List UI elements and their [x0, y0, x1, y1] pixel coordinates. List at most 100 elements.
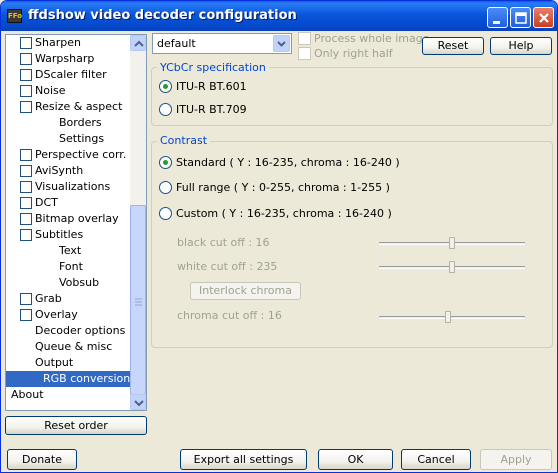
- tree-item-label: DScaler filter: [35, 68, 107, 81]
- ok-button[interactable]: OK: [318, 449, 393, 470]
- tree-item-label: Settings: [59, 132, 105, 145]
- ycbcr-option-709[interactable]: ITU-R BT.709: [176, 103, 247, 116]
- contrast-radio-full[interactable]: [159, 181, 172, 194]
- tree-item[interactable]: Resize & aspect: [6, 99, 132, 115]
- maximize-button[interactable]: [510, 7, 531, 28]
- tree-item-label: Vobsub: [59, 276, 100, 289]
- tree-item[interactable]: RGB conversion: [6, 371, 132, 387]
- contrast-option-custom[interactable]: Custom ( Y : 16-235, chroma : 16-240 ): [176, 207, 392, 220]
- tree-item-label: Grab: [35, 292, 62, 305]
- tree-item-checkbox[interactable]: [20, 85, 32, 97]
- tree-item-checkbox[interactable]: [20, 309, 32, 321]
- tree-item[interactable]: Sharpen: [6, 35, 132, 51]
- ycbcr-option-601[interactable]: ITU-R BT.601: [176, 80, 247, 93]
- tree-item[interactable]: Settings: [6, 131, 132, 147]
- white-cutoff-thumb[interactable]: [449, 261, 455, 273]
- tree-item[interactable]: Output: [6, 355, 132, 371]
- minimize-icon: [493, 21, 500, 24]
- tree-item[interactable]: Borders: [6, 115, 132, 131]
- tree-item-label: AviSynth: [35, 164, 84, 177]
- close-button[interactable]: [533, 7, 554, 28]
- page-tree[interactable]: Sharpen Warpsharp DScaler filter Noise Resiz…: [5, 34, 147, 411]
- help-button[interactable]: Help: [490, 37, 552, 55]
- ycbcr-radio-709[interactable]: [159, 103, 172, 116]
- tree-item-checkbox[interactable]: [20, 229, 32, 241]
- process-whole-image-label: Process whole image: [314, 32, 430, 45]
- preset-value: default: [157, 37, 196, 50]
- tree-item[interactable]: Noise: [6, 83, 132, 99]
- tree-item-checkbox[interactable]: [20, 69, 32, 81]
- maximize-icon: [515, 12, 527, 24]
- tree-item[interactable]: About: [6, 387, 132, 403]
- contrast-radio-standard[interactable]: [159, 156, 172, 169]
- interlock-chroma-button[interactable]: Interlock chroma: [190, 282, 301, 300]
- tree-item-checkbox[interactable]: [20, 197, 32, 209]
- contrast-option-standard[interactable]: Standard ( Y : 16-235, chroma : 16-240 ): [176, 156, 400, 169]
- process-whole-image-checkbox[interactable]: [298, 32, 311, 45]
- tree-item-checkbox[interactable]: [20, 293, 32, 305]
- scroll-up-button[interactable]: [130, 35, 146, 51]
- tree-item-label: Perspective corr.: [35, 148, 127, 161]
- contrast-radio-custom[interactable]: [159, 207, 172, 220]
- tree-item-label: Font: [59, 260, 83, 273]
- contrast-group-title: Contrast: [157, 134, 211, 147]
- ycbcr-radio-601[interactable]: [159, 80, 172, 93]
- tree-item-label: DCT: [35, 196, 58, 209]
- donate-button[interactable]: Donate: [7, 449, 77, 470]
- tree-item-label: Subtitles: [35, 228, 84, 241]
- tree-item[interactable]: Font: [6, 259, 132, 275]
- tree-item-checkbox[interactable]: [20, 101, 32, 113]
- tree-item-label: About: [11, 388, 44, 401]
- tree-item-checkbox[interactable]: [20, 149, 32, 161]
- reset-button[interactable]: Reset: [422, 37, 484, 55]
- chevron-up-icon: [134, 40, 144, 47]
- export-settings-button[interactable]: Export all settings: [180, 449, 307, 470]
- tree-item[interactable]: Subtitles: [6, 227, 132, 243]
- tree-item[interactable]: AviSynth: [6, 163, 132, 179]
- minimize-button[interactable]: [487, 7, 508, 28]
- tree-item[interactable]: Bitmap overlay: [6, 211, 132, 227]
- black-cutoff-thumb[interactable]: [449, 237, 455, 249]
- close-icon: [539, 13, 549, 23]
- chroma-cutoff-thumb[interactable]: [445, 311, 451, 323]
- title-bar[interactable]: FFo ffdshow video decoder configuration: [1, 1, 557, 31]
- tree-item-label: Decoder options: [35, 324, 126, 337]
- tree-item[interactable]: Text: [6, 243, 132, 259]
- tree-item[interactable]: Visualizations: [6, 179, 132, 195]
- tree-item[interactable]: Perspective corr.: [6, 147, 132, 163]
- ffdshow-app-icon: FFo: [7, 9, 22, 23]
- chevron-down-icon: [134, 400, 144, 407]
- tree-item-label: Queue & misc: [35, 340, 113, 353]
- only-right-half-checkbox[interactable]: [298, 47, 311, 60]
- tree-item-checkbox[interactable]: [20, 53, 32, 65]
- tree-item-label: Warpsharp: [35, 52, 95, 65]
- tree-item[interactable]: Decoder options: [6, 323, 132, 339]
- dropdown-arrow-icon[interactable]: [273, 35, 290, 52]
- cancel-button[interactable]: Cancel: [401, 449, 471, 470]
- tree-item-checkbox[interactable]: [20, 181, 32, 193]
- tree-item[interactable]: DScaler filter: [6, 67, 132, 83]
- contrast-option-full[interactable]: Full range ( Y : 0-255, chroma : 1-255 ): [176, 181, 390, 194]
- tree-item[interactable]: Queue & misc: [6, 339, 132, 355]
- tree-item[interactable]: Warpsharp: [6, 51, 132, 67]
- only-right-half-label: Only right half: [314, 47, 393, 60]
- tree-item[interactable]: DCT: [6, 195, 132, 211]
- preset-select[interactable]: default: [152, 33, 292, 54]
- chroma-cutoff-slider[interactable]: [379, 316, 525, 319]
- tree-item-checkbox[interactable]: [20, 165, 32, 177]
- tree-item[interactable]: Grab: [6, 291, 132, 307]
- tree-item-label: Bitmap overlay: [35, 212, 119, 225]
- tree-item-checkbox[interactable]: [20, 213, 32, 225]
- tree-item[interactable]: Overlay: [6, 307, 132, 323]
- scroll-down-button[interactable]: [130, 394, 146, 410]
- tree-scrollbar[interactable]: [130, 35, 146, 410]
- tree-item-label: RGB conversion: [43, 372, 131, 385]
- ycbcr-group: [151, 67, 553, 126]
- scroll-thumb[interactable]: [130, 205, 146, 395]
- tree-item-checkbox[interactable]: [20, 37, 32, 49]
- window-title: ffdshow video decoder configuration: [28, 8, 297, 23]
- tree-item[interactable]: Vobsub: [6, 275, 132, 291]
- reset-order-button[interactable]: Reset order: [5, 416, 147, 435]
- apply-button[interactable]: Apply: [480, 449, 552, 470]
- tree-item-label: Noise: [35, 84, 66, 97]
